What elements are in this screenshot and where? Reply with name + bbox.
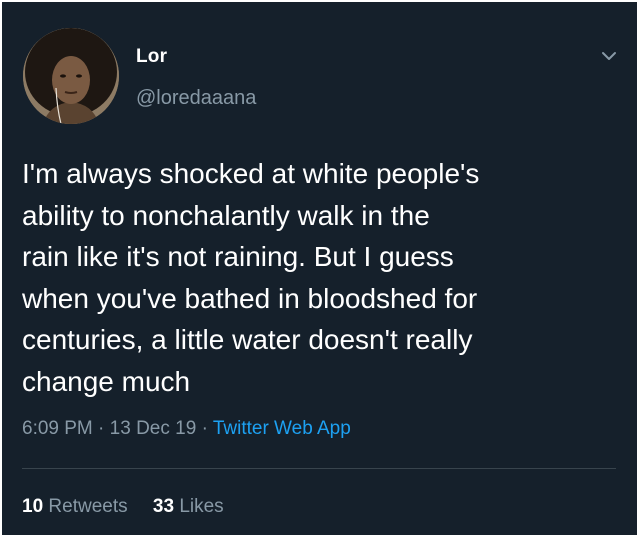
avatar[interactable] <box>23 28 119 124</box>
author-display-name[interactable]: Lor <box>136 46 167 68</box>
tweet-card: Lor @loredaaana I'm always shocked at wh… <box>2 2 637 535</box>
likes-label: Likes <box>179 496 224 517</box>
retweets-label: Retweets <box>48 496 128 517</box>
tweet-meta: 6:09 PM · 13 Dec 19 · Twitter Web App <box>22 418 351 440</box>
author-handle[interactable]: @loredaaana <box>136 87 256 110</box>
chevron-down-icon[interactable] <box>597 44 621 68</box>
tweet-time[interactable]: 6:09 PM <box>22 418 93 439</box>
likes-count: 33 <box>152 496 175 517</box>
tweet-text: I'm always shocked at white people's abi… <box>22 158 480 397</box>
meta-separator: · <box>98 418 105 439</box>
meta-separator: · <box>201 418 208 439</box>
likes-stat[interactable]: 33 Likes <box>153 496 224 517</box>
tweet-date[interactable]: 13 Dec 19 <box>110 418 197 439</box>
divider <box>22 468 616 469</box>
retweets-stat[interactable]: 10 Retweets <box>22 496 133 517</box>
tweet-stats: 10 Retweets 33 Likes <box>22 496 224 518</box>
retweets-count: 10 <box>22 496 44 517</box>
tweet-source-link[interactable]: Twitter Web App <box>213 418 351 439</box>
avatar-photo <box>23 28 119 124</box>
